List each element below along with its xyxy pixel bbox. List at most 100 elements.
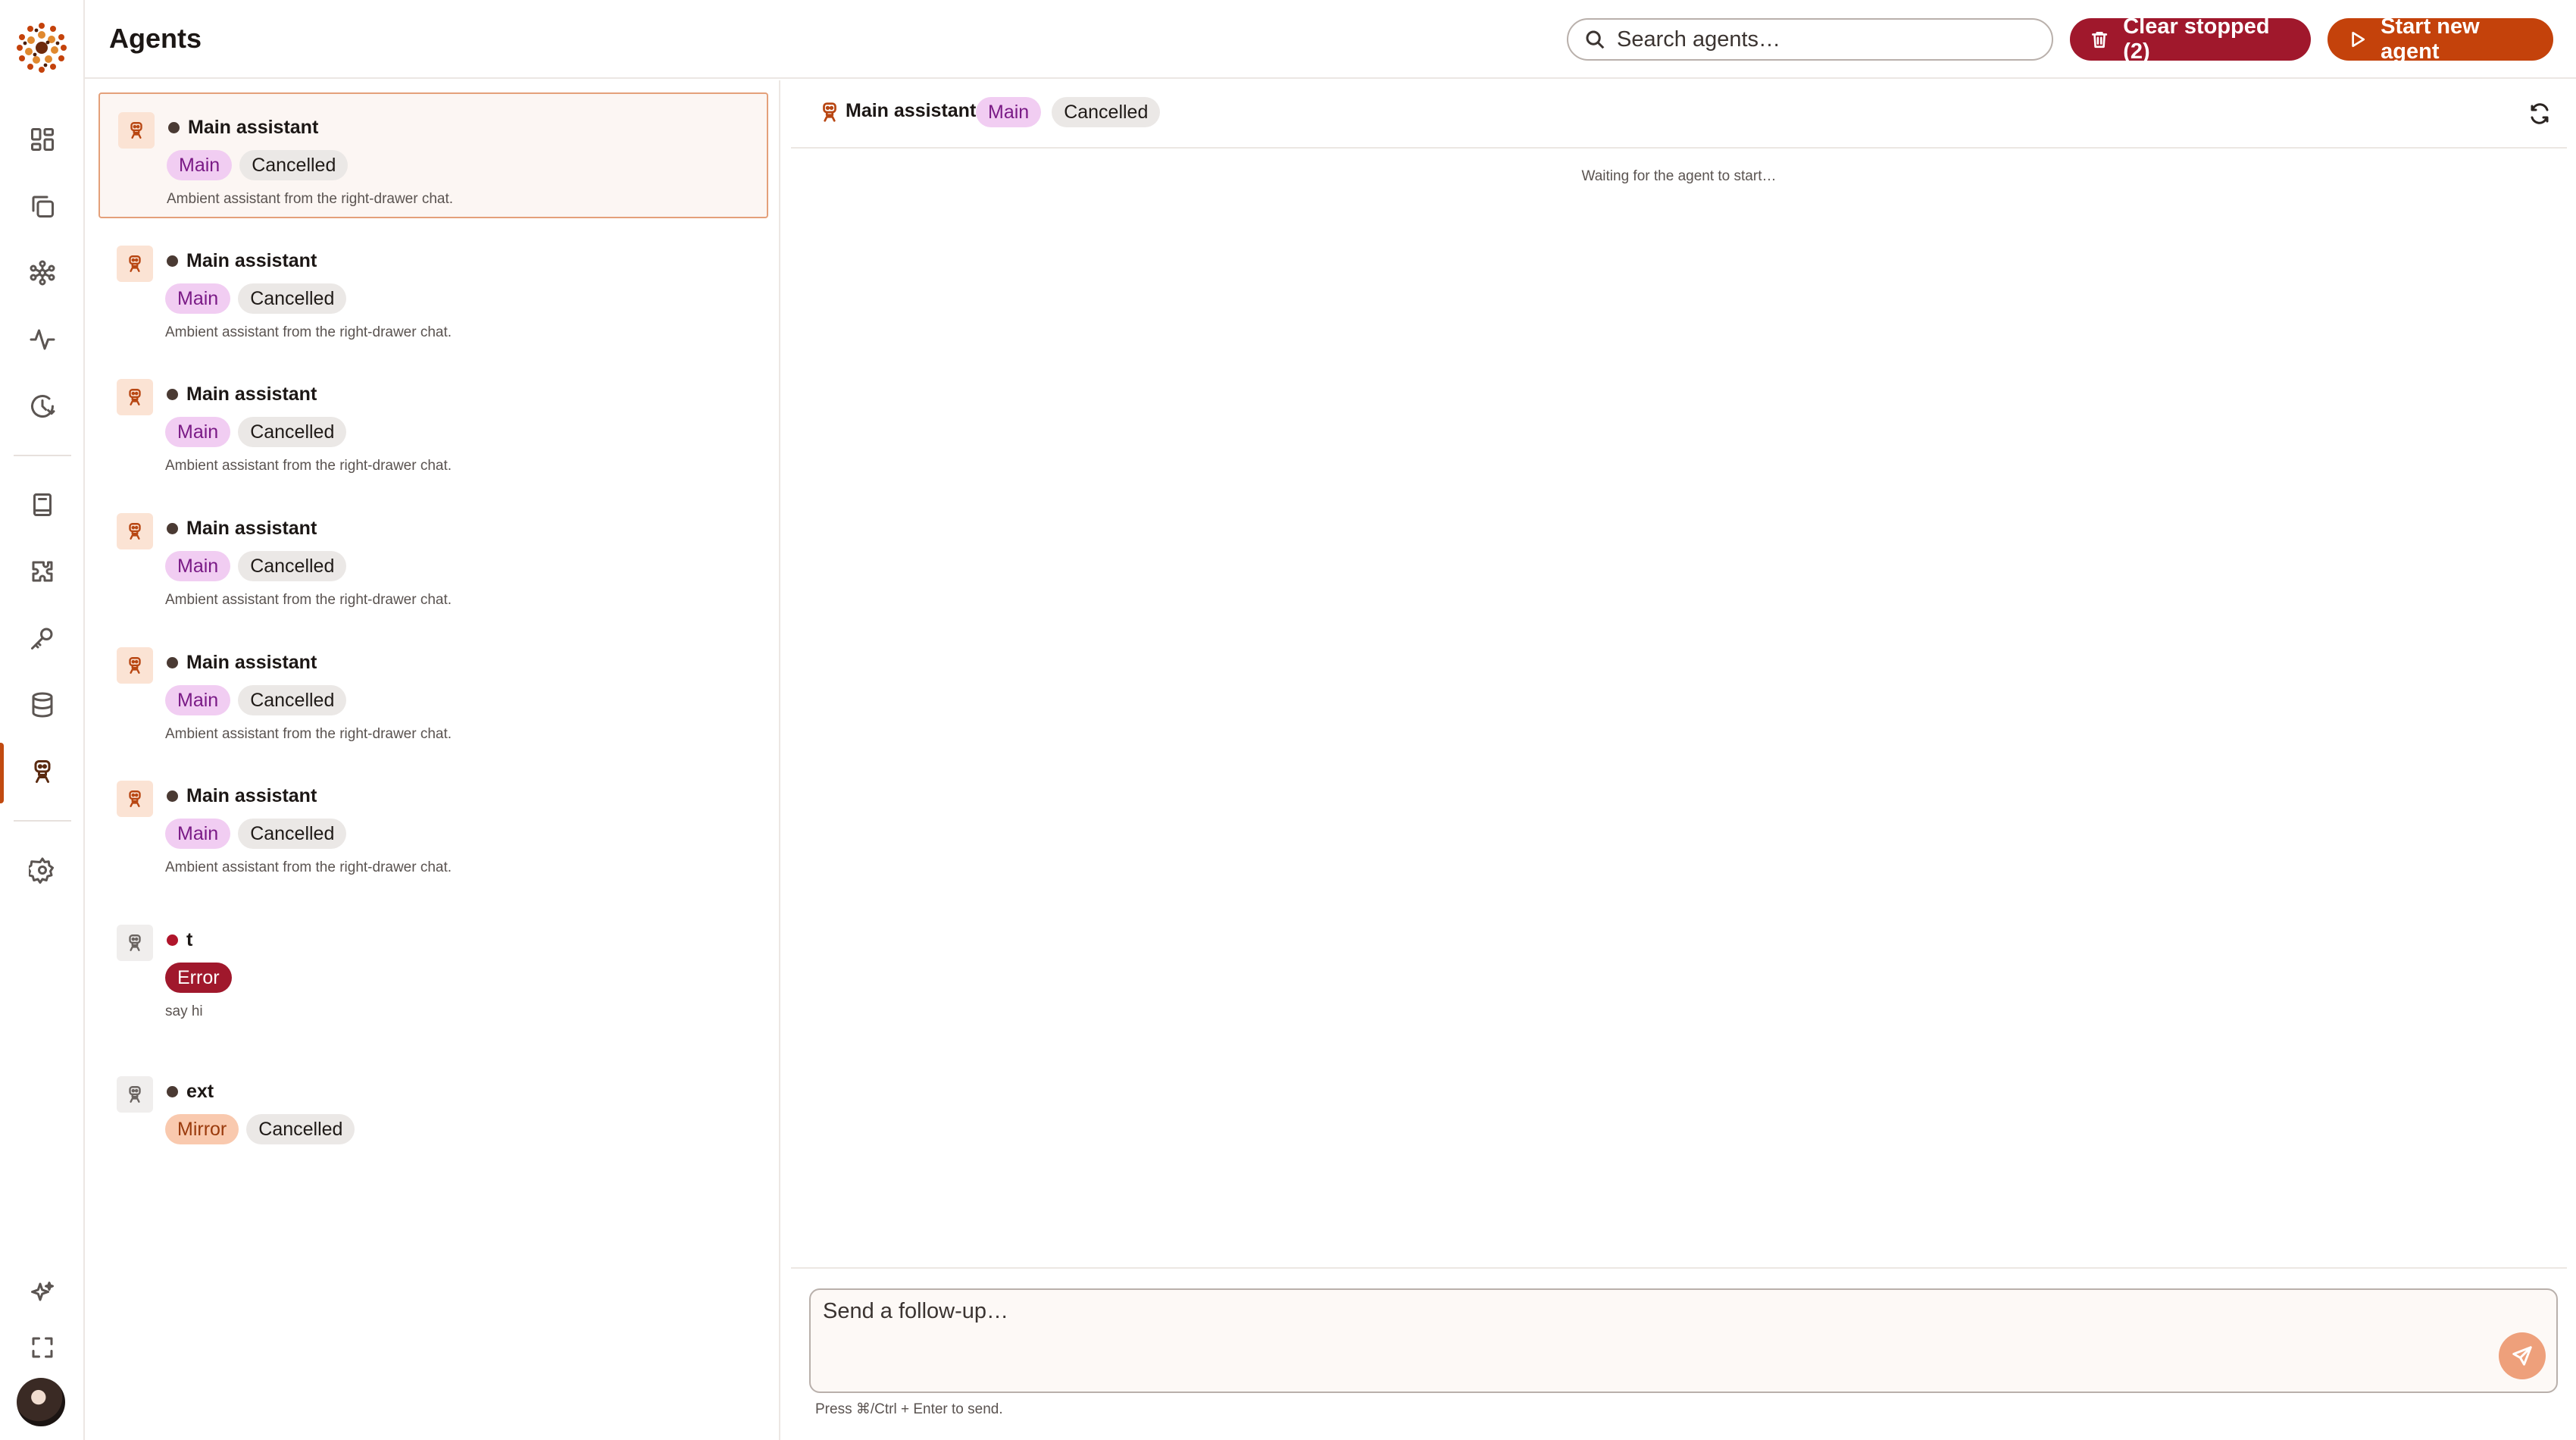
search-box[interactable]	[1567, 18, 2053, 61]
agent-card[interactable]: t Error say hi	[98, 906, 768, 1032]
start-new-agent-label: Start new agent	[2381, 14, 2480, 64]
agent-icon	[823, 102, 836, 122]
agent-icon	[129, 255, 141, 272]
clear-stopped-button[interactable]: Clear stopped (2)	[2070, 14, 2311, 64]
agent-card[interactable]: Main assistant Main Cancelled Ambient ass…	[98, 629, 768, 755]
agent-description: Ambient assistant from the right-drawer …	[165, 726, 452, 742]
agent-card[interactable]: Main assistant Main Cancelled Ambient ass…	[98, 495, 768, 621]
rail-dashboard-button[interactable]	[20, 117, 65, 162]
copy-icon	[32, 196, 54, 218]
tag-main: Main	[167, 150, 233, 180]
status-dot	[167, 523, 178, 534]
agent-description: say hi	[165, 1003, 203, 1019]
agent-avatar	[117, 925, 153, 961]
agent-card[interactable]: ext Mirror Cancelled	[98, 1058, 768, 1184]
status-dot	[168, 122, 180, 133]
status-dot	[167, 657, 178, 668]
agent-icon	[129, 657, 141, 674]
rail-workflow-button[interactable]	[20, 250, 65, 296]
agent-description: Ambient assistant from the right-drawer …	[165, 859, 452, 875]
agent-name: Main assistant	[188, 117, 319, 138]
tag-main: Main	[165, 417, 231, 447]
agent-card[interactable]: Main assistant Main Cancelled Ambient ass…	[98, 762, 768, 888]
rail-history-button[interactable]	[20, 383, 65, 429]
page-title: Agents	[109, 23, 202, 54]
agent-name: Main assistant	[186, 518, 317, 539]
follow-up-composer	[809, 1288, 2558, 1393]
rail-settings-button[interactable]	[20, 847, 65, 893]
tag-cancelled: Cancelled	[238, 283, 347, 314]
tag-error: Error	[165, 963, 232, 993]
search-icon	[1586, 30, 1605, 49]
database-icon	[32, 692, 53, 718]
agent-description: Ambient assistant from the right-drawer …	[165, 458, 452, 474]
tag-cancelled: Cancelled	[239, 150, 349, 180]
start-new-agent-button[interactable]: Start new agent	[2327, 14, 2553, 64]
agent-card[interactable]: Main assistant Main Cancelled Ambient ass…	[98, 361, 768, 487]
agent-avatar	[117, 513, 153, 549]
dashboard-icon	[31, 128, 54, 151]
agent-icon	[129, 934, 141, 951]
detail-header: Main assistant Main Cancelled	[791, 80, 2567, 149]
top-header: Agents Clear stopped (2) Start new agent	[85, 0, 2576, 79]
send-icon	[2512, 1346, 2532, 1366]
rail-active-indicator	[0, 743, 4, 803]
agent-icon	[129, 389, 141, 405]
agent-avatar	[117, 1076, 153, 1113]
agent-icon	[129, 790, 141, 807]
user-avatar[interactable]	[17, 1378, 65, 1426]
fullscreen-icon	[32, 1337, 53, 1358]
tag-cancelled: Cancelled	[238, 551, 347, 581]
app-logo[interactable]	[14, 20, 70, 76]
tag-main: Main	[976, 97, 1042, 127]
agent-avatar	[117, 379, 153, 415]
tag-cancelled: Cancelled	[1052, 97, 1161, 127]
waiting-message: Waiting for the agent to start…	[1581, 168, 1777, 184]
rail-ai-button[interactable]	[20, 1270, 65, 1316]
tag-main: Main	[165, 283, 231, 314]
refresh-button[interactable]	[2523, 97, 2556, 130]
agent-card[interactable]: Main assistant Main Cancelled Ambient ass…	[98, 227, 768, 353]
agent-card[interactable]: Main assistant Main Cancelled Ambient ass…	[98, 92, 768, 218]
agent-description: Ambient assistant from the right-drawer …	[167, 191, 454, 207]
rail-copy-button[interactable]	[20, 183, 65, 229]
left-rail	[0, 0, 85, 1440]
agent-avatar	[117, 647, 153, 684]
rail-keys-button[interactable]	[20, 615, 65, 661]
rail-divider	[14, 455, 71, 456]
rail-agents-button[interactable]	[20, 749, 65, 794]
agent-name: Main assistant	[186, 785, 317, 806]
follow-up-input[interactable]	[823, 1299, 2490, 1382]
agent-avatar	[117, 246, 153, 282]
sparkles-icon	[31, 1282, 54, 1301]
rail-activity-button[interactable]	[20, 317, 65, 362]
tag-main: Main	[165, 551, 231, 581]
tag-main: Main	[165, 819, 231, 849]
detail-agent-name: Main assistant	[846, 100, 977, 121]
search-input[interactable]	[1617, 27, 2026, 52]
clear-stopped-label: Clear stopped (2)	[2123, 14, 2270, 64]
history-icon	[31, 395, 55, 418]
agent-name: Main assistant	[186, 250, 317, 271]
agent-name: t	[186, 929, 193, 950]
tag-cancelled: Cancelled	[238, 417, 347, 447]
agent-name: Main assistant	[186, 652, 317, 673]
rail-database-button[interactable]	[20, 682, 65, 728]
rail-book-button[interactable]	[20, 482, 65, 527]
key-icon	[31, 628, 53, 650]
status-dot	[167, 255, 178, 267]
workflow-icon	[30, 260, 55, 286]
send-button[interactable]	[2499, 1332, 2546, 1379]
agent-icon	[129, 1086, 141, 1103]
agent-icon	[129, 523, 141, 540]
tag-cancelled: Cancelled	[246, 1114, 355, 1144]
agent-description: Ambient assistant from the right-drawer …	[165, 324, 452, 340]
status-dot	[167, 790, 178, 802]
tag-mirror: Mirror	[165, 1114, 239, 1144]
rail-plugins-button[interactable]	[20, 549, 65, 594]
status-dot	[167, 1086, 178, 1097]
agent-list: Main assistant Main Cancelled Ambient ass…	[85, 80, 780, 1440]
tag-cancelled: Cancelled	[238, 685, 347, 715]
rail-fullscreen-button[interactable]	[20, 1325, 65, 1370]
agent-description: Ambient assistant from the right-drawer …	[165, 592, 452, 608]
